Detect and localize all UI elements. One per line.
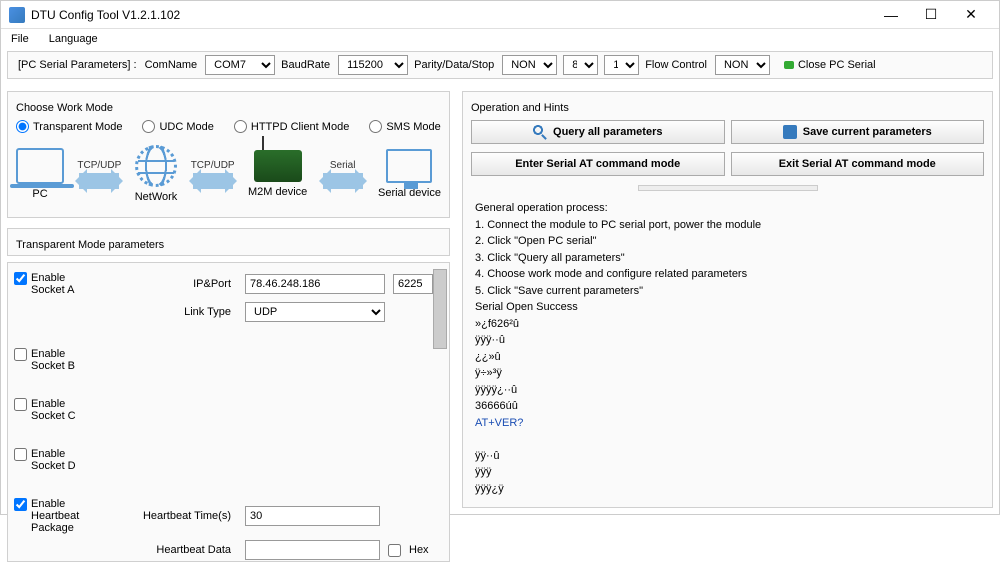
hint-step: 5. Click "Save current parameters" xyxy=(475,283,980,300)
app-icon xyxy=(9,7,25,23)
hint-step: 3. Click "Query all parameters" xyxy=(475,250,980,267)
enable-socket-b-label: Enable Socket B xyxy=(31,348,94,372)
ip-input[interactable] xyxy=(245,274,385,294)
hint-step: 4. Choose work mode and configure relate… xyxy=(475,266,980,283)
exit-at-button[interactable]: Exit Serial AT command mode xyxy=(731,152,985,176)
log-line: ¿¿»û xyxy=(475,349,980,366)
port-input[interactable] xyxy=(393,274,433,294)
arrow-icon xyxy=(323,173,363,189)
work-mode-group: Choose Work Mode Transparent Mode UDC Mo… xyxy=(7,91,450,218)
radio-transparent[interactable]: Transparent Mode xyxy=(16,120,122,133)
search-icon xyxy=(533,125,547,139)
log-line: Serial Open Success xyxy=(475,299,980,316)
comname-label: ComName xyxy=(145,59,198,71)
enable-socket-d-checkbox[interactable] xyxy=(14,448,27,461)
radio-httpd[interactable]: HTTPD Client Mode xyxy=(234,120,349,133)
radio-sms[interactable]: SMS Mode xyxy=(369,120,440,133)
globe-icon xyxy=(135,145,177,187)
titlebar: DTU Config Tool V1.2.1.102 — ☐ ✕ xyxy=(1,1,999,29)
scrollbar-thumb[interactable] xyxy=(433,269,447,349)
serial-toolbar: [PC Serial Parameters] : ComName COM7 Ba… xyxy=(7,51,993,79)
hints-heading: General operation process: xyxy=(475,200,980,217)
log-line: ÿÿÿ··û xyxy=(475,332,980,349)
ip-port-label: IP&Port xyxy=(102,278,237,290)
splitter-handle[interactable] xyxy=(471,184,984,192)
hex-label: Hex xyxy=(409,544,429,556)
save-icon xyxy=(783,125,797,139)
close-pc-serial-link[interactable]: Close PC Serial xyxy=(798,59,876,71)
parity-select[interactable]: NONE xyxy=(502,55,557,75)
enable-socket-b-checkbox[interactable] xyxy=(14,348,27,361)
log-line: ÿÿÿ¿ÿ xyxy=(475,481,980,498)
enable-socket-c-checkbox[interactable] xyxy=(14,398,27,411)
transparent-params-title: Transparent Mode parameters xyxy=(12,237,168,253)
save-current-button[interactable]: Save current parameters xyxy=(731,120,985,144)
operation-title: Operation and Hints xyxy=(467,100,573,116)
enable-socket-c-label: Enable Socket C xyxy=(31,398,94,422)
log-line: ÿÿÿÿ¿··û xyxy=(475,382,980,399)
link-type-label: Link Type xyxy=(102,306,237,318)
databits-select[interactable]: 8 xyxy=(563,55,598,75)
heartbeat-data-input[interactable] xyxy=(245,540,380,560)
baudrate-label: BaudRate xyxy=(281,59,330,71)
topology-diagram: PC TCP/UDP NetWork TCP/UDP M2M device xyxy=(16,137,441,211)
query-all-button[interactable]: Query all parameters xyxy=(471,120,725,144)
menubar: File Language xyxy=(1,29,999,49)
menu-language[interactable]: Language xyxy=(45,31,102,47)
heartbeat-data-label: Heartbeat Data xyxy=(102,544,237,556)
stopbits-select[interactable]: 1 xyxy=(604,55,639,75)
enable-heartbeat-checkbox[interactable] xyxy=(14,498,27,511)
m2m-device-icon xyxy=(254,150,302,182)
enable-heartbeat-label: Enable Heartbeat Package xyxy=(31,498,94,534)
log-line: ÿÿÿ xyxy=(475,464,980,481)
flow-label: Flow Control xyxy=(645,59,707,71)
hints-log-area: General operation process: 1. Connect th… xyxy=(471,196,984,501)
window-title: DTU Config Tool V1.2.1.102 xyxy=(31,8,871,22)
close-window-button[interactable]: ✕ xyxy=(951,3,991,27)
enter-at-button[interactable]: Enter Serial AT command mode xyxy=(471,152,725,176)
arrow-icon xyxy=(79,173,119,189)
transparent-params-title-box: Transparent Mode parameters xyxy=(7,228,450,256)
radio-udc[interactable]: UDC Mode xyxy=(142,120,213,133)
serial-status-indicator xyxy=(784,61,794,69)
log-line: »¿f626²û xyxy=(475,316,980,333)
menu-file[interactable]: File xyxy=(7,31,33,47)
flow-select[interactable]: NONE xyxy=(715,55,770,75)
hex-checkbox[interactable] xyxy=(388,544,401,557)
arrow-label-3: Serial xyxy=(330,160,356,171)
baudrate-select[interactable]: 115200 xyxy=(338,55,408,75)
link-type-select[interactable]: UDP xyxy=(245,302,385,322)
network-label: NetWork xyxy=(135,191,178,203)
work-mode-title: Choose Work Mode xyxy=(12,100,117,116)
monitor-icon xyxy=(386,149,432,183)
parity-label: Parity/Data/Stop xyxy=(414,59,494,71)
log-line: ÿÿ··û xyxy=(475,448,980,465)
pc-label: PC xyxy=(32,188,47,200)
heartbeat-time-input[interactable] xyxy=(245,506,380,526)
comname-select[interactable]: COM7 xyxy=(205,55,275,75)
pc-icon xyxy=(16,148,64,184)
hint-step: 2. Click "Open PC serial" xyxy=(475,233,980,250)
log-line: ÿ÷»³ÿ xyxy=(475,365,980,382)
maximize-button[interactable]: ☐ xyxy=(911,3,951,27)
arrow-icon xyxy=(193,173,233,189)
enable-socket-d-label: Enable Socket D xyxy=(31,448,94,472)
transparent-params-panel: Enable Socket A IP&Port Link Type UDP xyxy=(7,262,450,562)
pc-serial-label: [PC Serial Parameters] : xyxy=(18,59,137,71)
heartbeat-time-label: Heartbeat Time(s) xyxy=(102,510,237,522)
at-command-line: AT+VER? xyxy=(475,415,980,432)
log-line: 36666úû xyxy=(475,398,980,415)
m2m-label: M2M device xyxy=(248,186,307,198)
enable-socket-a-checkbox[interactable] xyxy=(14,272,27,285)
minimize-button[interactable]: — xyxy=(871,3,911,27)
hint-step: 1. Connect the module to PC serial port,… xyxy=(475,217,980,234)
operation-group: Operation and Hints Query all parameters… xyxy=(462,91,993,508)
enable-socket-a-label: Enable Socket A xyxy=(31,272,94,296)
